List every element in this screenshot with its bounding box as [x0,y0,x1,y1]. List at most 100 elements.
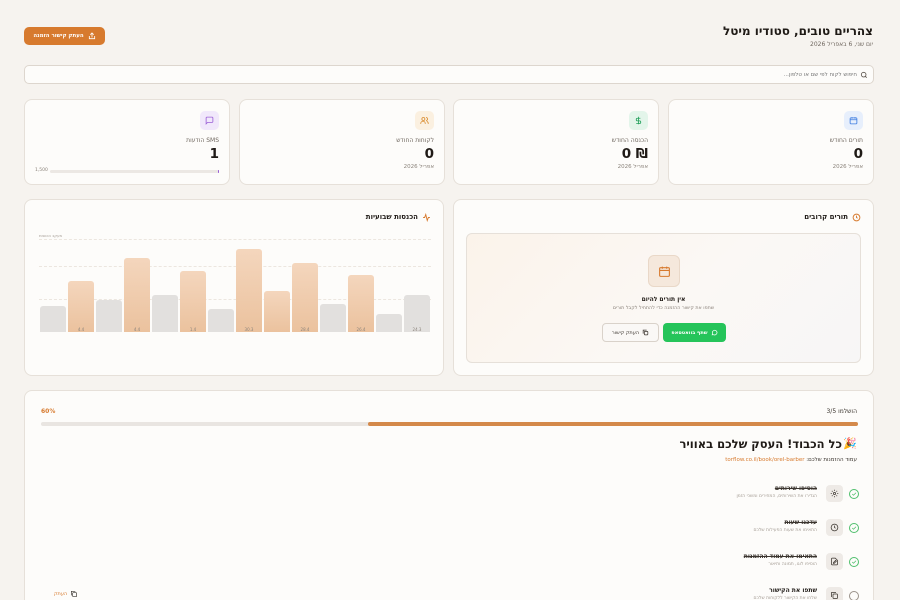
sms-progress-track [50,170,219,173]
chart-bar-label: 30.3 [244,327,254,332]
checkmark-icon [849,557,859,567]
chart-bar[interactable] [152,295,178,332]
upcoming-appointments-card: תורים קרובים אין תורים להיום שתפו את קיש… [453,199,874,376]
chart-bar[interactable] [124,258,150,332]
task-subtitle: הוסיפו לוגו, תמונה ותיאור [768,562,817,567]
onboarding-progress-track [41,422,858,426]
empty-state-title: אין תורים להיום [641,296,686,303]
task-subtitle: התאימו את שעות הפעילות שלכם [753,528,818,533]
stat-value: 0 [853,146,863,162]
chart-title: הכנסות שבועיות [365,213,418,221]
onboarding-task[interactable]: התאימו את עמוד ההזמנות הוסיפו לוגו, תמונ… [689,550,859,576]
weekly-revenue-card: הכנסות שבועיות מעקב הכנסות 24.3 26.4 28.4 3… [24,199,444,376]
search-icon [860,71,867,78]
clock-icon [852,213,861,222]
chart-bar[interactable] [348,275,374,332]
onboarding-card: 3/5 הושלמו 60% 🎉 כל הכבוד! העסק שלכם באו… [24,390,874,600]
gear-icon [826,485,843,502]
chart-bar[interactable] [96,299,122,332]
checkmark-icon [849,489,859,499]
stat-label: הכנסה החודש [611,137,648,144]
onboarding-task[interactable]: הוסיפו שירותים הגדירו את השירותים, המחיר… [689,482,859,508]
empty-state-panel: אין תורים להיום שתפו את קישור ההזמנה כדי… [466,233,861,363]
stat-card: תורים החודש 0 אפריל 2026 [668,99,874,185]
search-input[interactable] [57,68,857,81]
stat-subtitle: אפריל 2026 [832,164,863,170]
chart-bar[interactable] [40,305,66,332]
task-title: שתפו את הקישור [769,587,817,594]
whatsapp-icon [711,329,717,336]
stat-subtitle: אפריל 2026 [403,164,434,170]
copy-icon [642,329,649,336]
sms-quota: 1,500 [35,168,48,173]
task-subtitle: שלחו את הקישור ללקוחות שלכם [753,596,817,600]
empty-circle-icon [849,591,859,600]
stat-value: 1 [209,146,219,162]
onboarding-title: כל הכבוד! העסק שלכם באוויר [679,437,843,451]
chart-corner-label: מעקב הכנסות [39,233,63,238]
search-bar[interactable] [24,65,874,84]
edit-icon [826,553,843,570]
copy-link-label: העתק קישור [611,329,640,336]
stat-subtitle: אפריל 2026 [617,164,648,170]
copy-share-link-label: העתק [54,591,68,597]
booking-page-link[interactable]: torflow.co.il/book/orel-barber [725,457,804,463]
task-title: עדכנו שעות [784,519,818,526]
stat-card: הודעות SMS 1 1,500 [24,99,230,185]
onboarding-completed: 3/5 הושלמו [826,408,857,415]
whatsapp-share-label: שתף בוואטסאפ [671,329,708,336]
copy-share-link-button[interactable]: העתק [54,590,78,598]
chart-bar[interactable] [236,249,262,332]
stat-label: לקוחות החודש [396,137,434,144]
clock-icon [826,519,843,536]
calendar-icon [844,111,863,130]
stat-card: הכנסה החודש 0 ₪ אפריל 2026 [453,99,659,185]
page-date: יום שני, 6 באפריל 2026 [810,41,873,48]
chart-bar[interactable] [292,263,318,332]
chart-bar-label: 28.4 [300,327,310,332]
onboarding-percent: 60% [41,408,56,415]
upcoming-title: תורים קרובים [804,213,848,221]
copy-icon [71,591,78,597]
chart-bar[interactable] [376,313,402,332]
chart-bar-label: 4.4 [77,327,85,332]
checkmark-icon [849,523,859,533]
copy-booking-link-button[interactable]: העתק קישור הזמנה [24,27,105,45]
onboarding-progress-fill [367,422,858,426]
chart-bar-label: 1.4 [189,327,197,332]
stat-value: 0 [424,146,434,162]
chart-bar[interactable] [180,270,206,332]
copy-icon [826,587,843,600]
chart-bar[interactable] [68,281,94,332]
stat-label: הודעות SMS [186,137,219,144]
party-icon: 🎉 [843,437,857,450]
booking-page-row: עמוד ההזמנות שלכם: torflow.co.il/book/or… [725,457,857,463]
chart-bar[interactable] [208,309,234,332]
chart-bar-label: 4.4 [133,327,141,332]
dollar-icon [629,111,648,130]
empty-state-subtitle: שתפו את קישור ההזמנה כדי להתחיל לקבל תור… [612,306,715,311]
activity-icon [423,213,430,222]
users-icon [415,111,434,130]
task-subtitle: הגדירו את השירותים, המחירים ומשכי הזמן [736,494,817,499]
share-icon [88,32,95,40]
stat-value: 0 ₪ [621,146,648,162]
stat-label: תורים החודש [829,137,863,144]
chart-bar-label: 24.3 [412,327,422,332]
copy-booking-link-label: העתק קישור הזמנה [33,33,84,39]
task-title: הוסיפו שירותים [774,485,817,492]
copy-link-button[interactable]: העתק קישור [602,323,659,342]
chart-bar[interactable] [264,290,290,332]
chart-bar[interactable] [320,304,346,332]
sms-progress-fill [218,170,219,173]
task-title: התאימו את עמוד ההזמנות [743,553,817,560]
onboarding-task[interactable]: שתפו את הקישור שלחו את הקישור ללקוחות של… [689,584,859,600]
chart-bar-label: 26.4 [356,327,366,332]
calendar-icon [648,255,680,287]
onboarding-task[interactable]: עדכנו שעות התאימו את שעות הפעילות שלכם [689,516,859,542]
message-icon [200,111,219,130]
stat-card: לקוחות החודש 0 אפריל 2026 [239,99,445,185]
page-title: צהריים טובים, סטודיו מיטל [722,24,873,38]
whatsapp-share-button[interactable]: שתף בוואטסאפ [663,323,726,342]
booking-page-label: עמוד ההזמנות שלכם: [806,457,857,463]
